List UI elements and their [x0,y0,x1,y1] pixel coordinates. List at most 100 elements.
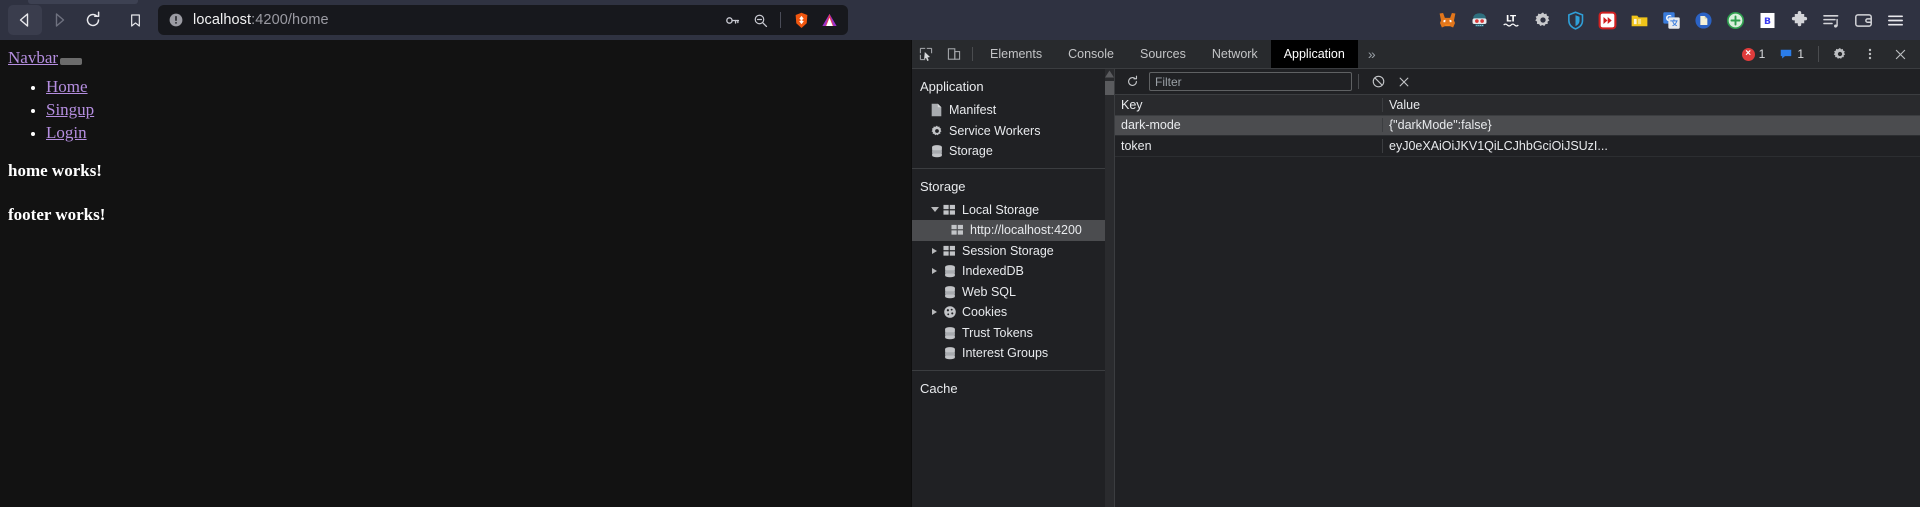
add-circle-icon [1726,11,1744,29]
navbar-heading-row: Navbar [8,48,903,68]
languagetool-icon[interactable]: LT [1496,5,1526,35]
sidebar-scrollbar[interactable] [1105,69,1114,507]
devtools-body: Application Manifest Service Workers Sto… [912,69,1920,507]
not-secure-info-icon[interactable] [168,12,184,28]
wallet-icon[interactable] [1848,5,1878,35]
close-icon [1399,77,1409,86]
bookmark-button[interactable] [120,5,150,35]
devtools-tabbar: Elements Console Sources Network Applica… [912,40,1920,69]
sidebar-item-service-workers[interactable]: Service Workers [912,121,1114,142]
navbar-link[interactable]: Navbar [8,48,58,68]
error-count-badge[interactable]: × 1 [1737,44,1773,64]
sidebar-item-indexeddb[interactable]: IndexedDB [912,261,1114,282]
table-row[interactable]: token eyJ0eXAiOiJKV1QiLCJhbGciOiJSUzI... [1115,136,1920,157]
sidebar-item-storage[interactable]: Storage [912,141,1114,162]
nav-link-login[interactable]: Login [46,123,87,142]
sidebar-item-manifest[interactable]: Manifest [912,100,1114,121]
expand-arrow[interactable] [928,268,941,275]
devtools-more-button[interactable] [1856,46,1884,62]
gear-extension-icon[interactable] [1528,5,1558,35]
message-count-badge[interactable]: 1 [1774,44,1811,64]
sidebar-item-localhost-origin[interactable]: http://localhost:4200 [912,220,1114,241]
sidebar-item-trust-tokens[interactable]: Trust Tokens [912,323,1114,344]
inspect-element-button[interactable] [912,40,940,68]
device-toolbar-button[interactable] [940,40,968,68]
browser-menu-icon[interactable] [1880,5,1910,35]
inspect-cursor-icon [919,47,933,61]
bitwarden-icon[interactable]: B [1752,5,1782,35]
devtools-close-button[interactable] [1886,47,1914,62]
expand-arrow[interactable] [928,309,941,316]
sidebar-item-interest-groups[interactable]: Interest Groups [912,343,1114,364]
green-plus-icon[interactable] [1720,5,1750,35]
refresh-icon [1127,75,1137,86]
brave-lion-icon [795,12,807,28]
local-storage-table: Key Value dark-mode {"darkMode":false} t… [1115,95,1920,507]
page-viewport: Navbar Home Singup Login home works! foo… [0,40,911,507]
url-text: localhost:4200/home [193,12,719,28]
clear-all-button[interactable] [1365,71,1391,93]
sidebar-item-label: Service Workers [949,123,1041,138]
scrollbar-thumb[interactable] [1105,81,1114,95]
zoom-out-icon[interactable] [747,7,773,33]
sidebar-item-label: Manifest [949,103,997,118]
column-header-value[interactable]: Value [1383,98,1920,112]
cookie-icon [941,305,958,319]
circle-document-icon [1694,11,1712,29]
sidebar-item-web-sql[interactable]: Web SQL [912,282,1114,303]
refresh-button[interactable] [1119,71,1145,93]
password-key-icon[interactable] [719,7,745,33]
expand-arrow[interactable] [928,207,941,213]
playlist-icon [1822,14,1838,28]
nav-list: Home Singup Login [46,77,903,143]
brave-shields-icon[interactable] [788,7,814,33]
zenmate-shield-icon[interactable] [1560,5,1590,35]
magnifier-minus-icon [754,14,767,27]
tab-console[interactable]: Console [1055,40,1127,68]
storage-main-panel: Key Value dark-mode {"darkMode":false} t… [1115,69,1920,507]
nav-link-singup[interactable]: Singup [46,100,94,119]
sidebar-item-label: Storage [949,144,993,159]
fast-forward-icon[interactable] [1592,5,1622,35]
puzzle-piece-icon [1791,10,1807,26]
storage-toolbar [1115,69,1920,95]
sidebar-item-label: Session Storage [962,243,1054,258]
filter-input[interactable] [1149,72,1352,91]
address-bar[interactable]: localhost:4200/home [158,5,848,35]
expand-arrow[interactable] [928,247,941,254]
forward-button[interactable] [42,5,76,35]
key-icon [725,16,739,24]
brave-rewards-icon[interactable] [816,7,842,33]
sidebar-item-cookies[interactable]: Cookies [912,302,1114,323]
delete-selected-button[interactable] [1391,71,1417,93]
metamask-icon[interactable] [1432,5,1462,35]
reload-button[interactable] [76,5,110,35]
omnibox-divider [780,12,781,28]
puzzle-extensions-icon[interactable] [1784,5,1814,35]
navbar-toggle-icon[interactable] [60,58,83,65]
column-header-key[interactable]: Key [1115,97,1383,112]
sidebar-item-session-storage[interactable]: Session Storage [912,241,1114,262]
sidebar-item-local-storage[interactable]: Local Storage [912,200,1114,221]
tab-network[interactable]: Network [1199,40,1271,68]
tab-elements[interactable]: Elements [977,40,1055,68]
back-button[interactable] [8,5,42,35]
scroll-up-arrow[interactable] [1105,70,1114,78]
reload-icon [86,11,100,27]
devtools-settings-button[interactable] [1826,46,1854,62]
playlist-music-icon[interactable] [1816,5,1846,35]
document-icon [928,103,945,117]
snorkel-goggles-icon[interactable] [1464,5,1494,35]
tab-sources[interactable]: Sources [1127,40,1199,68]
folder-icon[interactable] [1624,5,1654,35]
gear-icon [928,124,945,138]
tab-application[interactable]: Application [1270,40,1358,68]
nav-link-home[interactable]: Home [46,77,88,96]
tab-overflow-button[interactable]: » [1358,40,1386,68]
google-translate-icon[interactable]: G [1656,5,1686,35]
sidebar-item-label: Trust Tokens [962,325,1033,340]
bookmark-icon [130,13,140,27]
sidebar-item-label: IndexedDB [962,264,1024,279]
blue-document-icon[interactable] [1688,5,1718,35]
table-row[interactable]: dark-mode {"darkMode":false} [1115,115,1920,136]
